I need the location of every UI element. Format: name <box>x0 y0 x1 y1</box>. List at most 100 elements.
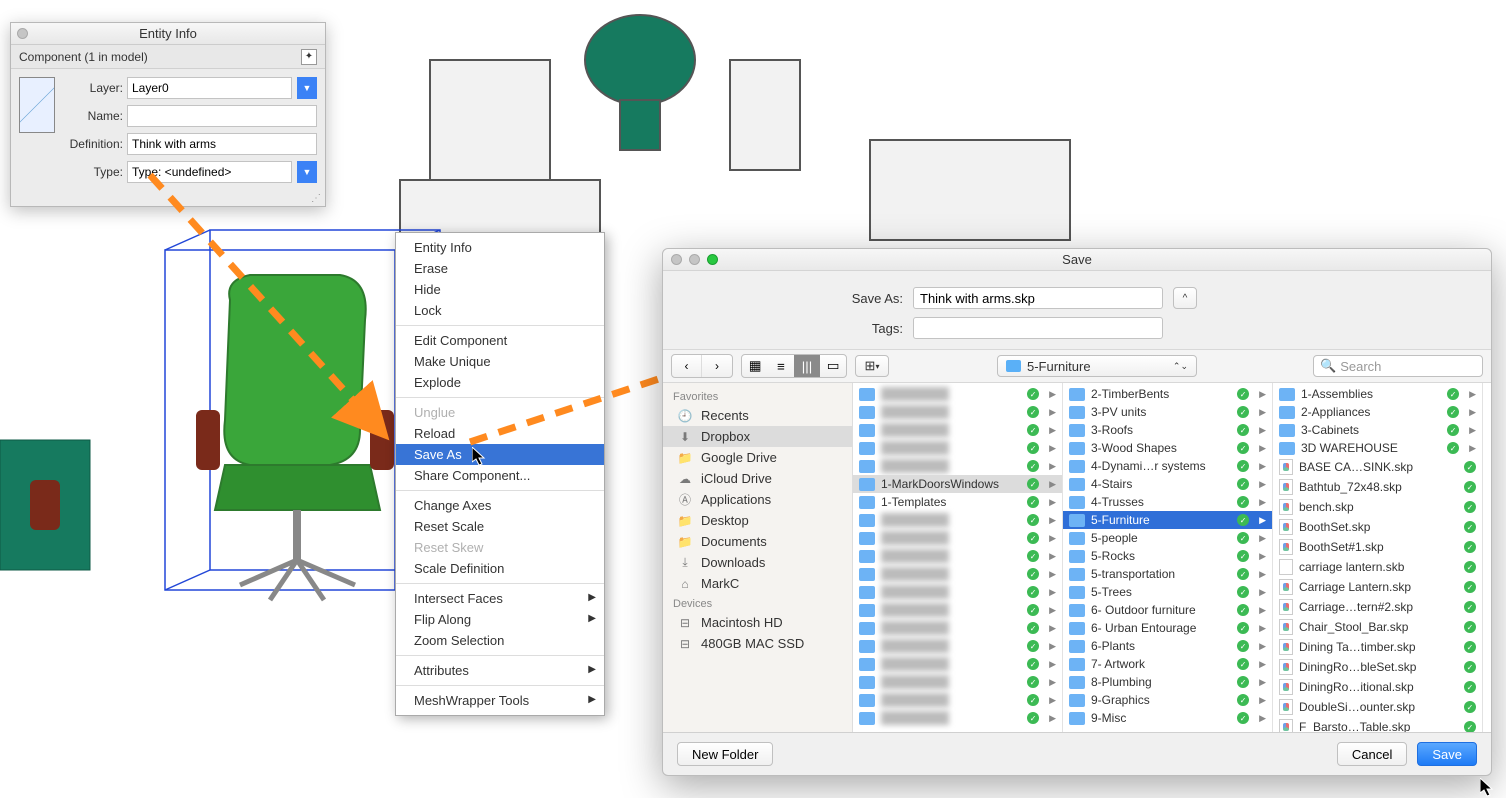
name-input[interactable] <box>127 105 317 127</box>
gallery-view-button[interactable]: ▭ <box>820 355 846 377</box>
folder-row[interactable]: 6- Outdoor furniture✓▶ <box>1063 601 1272 619</box>
sidebar-item-documents[interactable]: 📁Documents <box>663 531 852 552</box>
folder-row[interactable]: ████████✓▶ <box>853 637 1062 655</box>
menu-item-attributes[interactable]: Attributes▶ <box>396 660 604 681</box>
folder-row[interactable]: ████████✓▶ <box>853 691 1062 709</box>
file-row[interactable]: BASE CA…SINK.skp✓ <box>1273 457 1482 477</box>
folder-row[interactable]: 5-Rocks✓▶ <box>1063 547 1272 565</box>
folder-row[interactable]: 6- Urban Entourage✓▶ <box>1063 619 1272 637</box>
resize-grip[interactable]: ⋰ <box>11 191 325 206</box>
folder-row[interactable]: ████████✓▶ <box>853 547 1062 565</box>
folder-row[interactable]: 3D WAREHOUSE✓▶ <box>1273 439 1482 457</box>
group-by-button[interactable]: ⊞ ▾ <box>855 355 889 377</box>
file-row[interactable]: BoothSet.skp✓ <box>1273 517 1482 537</box>
folder-row[interactable]: 1-Assemblies✓▶ <box>1273 385 1482 403</box>
folder-row[interactable]: 1-Templates✓▶ <box>853 493 1062 511</box>
column-1[interactable]: 2-TimberBents✓▶3-PV units✓▶3-Roofs✓▶3-Wo… <box>1063 383 1273 732</box>
menu-item-flip-along[interactable]: Flip Along▶ <box>396 609 604 630</box>
file-row[interactable]: Dining Ta…timber.skp✓ <box>1273 637 1482 657</box>
folder-row[interactable]: 3-Cabinets✓▶ <box>1273 421 1482 439</box>
folder-row[interactable]: 9-Graphics✓▶ <box>1063 691 1272 709</box>
save-dialog-titlebar[interactable]: Save <box>663 249 1491 271</box>
folder-row[interactable]: 5-Trees✓▶ <box>1063 583 1272 601</box>
save-button[interactable]: Save <box>1417 742 1477 766</box>
column-view-button[interactable]: ||| <box>794 355 820 377</box>
file-row[interactable]: F_Barsto…Table.skp✓ <box>1273 717 1482 732</box>
menu-item-explode[interactable]: Explode <box>396 372 604 393</box>
file-row[interactable]: Bathtub_72x48.skp✓ <box>1273 477 1482 497</box>
file-row[interactable]: BoothSet#1.skp✓ <box>1273 537 1482 557</box>
folder-row[interactable]: 8-Plumbing✓▶ <box>1063 673 1272 691</box>
folder-row[interactable]: ████████✓▶ <box>853 457 1062 475</box>
menu-item-intersect-faces[interactable]: Intersect Faces▶ <box>396 588 604 609</box>
folder-row[interactable]: ████████✓▶ <box>853 529 1062 547</box>
menu-item-change-axes[interactable]: Change Axes <box>396 495 604 516</box>
menu-item-meshwrapper-tools[interactable]: MeshWrapper Tools▶ <box>396 690 604 711</box>
collapse-toggle[interactable]: ^ <box>1173 287 1197 309</box>
column-2[interactable]: 1-Assemblies✓▶2-Appliances✓▶3-Cabinets✓▶… <box>1273 383 1483 732</box>
menu-item-lock[interactable]: Lock <box>396 300 604 321</box>
sidebar-item-480gb-mac-ssd[interactable]: ⊟480GB MAC SSD <box>663 633 852 654</box>
folder-row[interactable]: ████████✓▶ <box>853 673 1062 691</box>
folder-row[interactable]: 4-Trusses✓▶ <box>1063 493 1272 511</box>
view-mode-toggle[interactable]: ▦ ≡ ||| ▭ <box>741 354 847 378</box>
save-as-input[interactable] <box>913 287 1163 309</box>
folder-row[interactable]: 5-people✓▶ <box>1063 529 1272 547</box>
file-row[interactable]: DiningRo…itional.skp✓ <box>1273 677 1482 697</box>
folder-row[interactable]: 3-Roofs✓▶ <box>1063 421 1272 439</box>
folder-row[interactable]: 2-TimberBents✓▶ <box>1063 385 1272 403</box>
close-icon[interactable] <box>17 28 28 39</box>
traffic-lights[interactable] <box>671 254 718 265</box>
icon-view-button[interactable]: ▦ <box>742 355 768 377</box>
folder-row[interactable]: 9-Misc✓▶ <box>1063 709 1272 727</box>
folder-row[interactable]: 4-Dynami…r systems✓▶ <box>1063 457 1272 475</box>
definition-input[interactable] <box>127 133 317 155</box>
type-input[interactable] <box>127 161 292 183</box>
folder-row[interactable]: ████████✓▶ <box>853 565 1062 583</box>
sidebar-item-recents[interactable]: 🕘Recents <box>663 405 852 426</box>
sidebar-item-google-drive[interactable]: 📁Google Drive <box>663 447 852 468</box>
menu-item-scale-definition[interactable]: Scale Definition <box>396 558 604 579</box>
folder-row[interactable]: 5-transportation✓▶ <box>1063 565 1272 583</box>
list-view-button[interactable]: ≡ <box>768 355 794 377</box>
file-row[interactable]: DoubleSi…ounter.skp✓ <box>1273 697 1482 717</box>
folder-row[interactable]: ████████✓▶ <box>853 511 1062 529</box>
layer-input[interactable] <box>127 77 292 99</box>
folder-row[interactable]: ████████✓▶ <box>853 655 1062 673</box>
search-input[interactable]: 🔍 Search <box>1313 355 1483 377</box>
file-row[interactable]: carriage lantern.skb✓ <box>1273 557 1482 577</box>
menu-item-edit-component[interactable]: Edit Component <box>396 330 604 351</box>
entity-info-titlebar[interactable]: Entity Info <box>11 23 325 45</box>
file-row[interactable]: bench.skp✓ <box>1273 497 1482 517</box>
folder-row[interactable]: 4-Stairs✓▶ <box>1063 475 1272 493</box>
folder-row[interactable]: ████████✓▶ <box>853 619 1062 637</box>
menu-item-hide[interactable]: Hide <box>396 279 604 300</box>
sidebar-item-markc[interactable]: ⌂MarkC <box>663 573 852 594</box>
tags-input[interactable] <box>913 317 1163 339</box>
type-select[interactable]: ▼ <box>127 161 317 183</box>
sidebar-item-dropbox[interactable]: ⬇Dropbox <box>663 426 852 447</box>
menu-item-reset-scale[interactable]: Reset Scale <box>396 516 604 537</box>
folder-row[interactable]: ████████✓▶ <box>853 439 1062 457</box>
folder-row[interactable]: 5-Furniture✓▶ <box>1063 511 1272 529</box>
folder-row[interactable]: 3-Wood Shapes✓▶ <box>1063 439 1272 457</box>
folder-row[interactable]: 1-MarkDoorsWindows✓▶ <box>853 475 1062 493</box>
path-selector[interactable]: 5-Furniture ⌃⌄ <box>997 355 1197 377</box>
menu-item-zoom-selection[interactable]: Zoom Selection <box>396 630 604 651</box>
chevron-down-icon[interactable]: ▼ <box>297 77 317 99</box>
sidebar-item-applications[interactable]: ⒶApplications <box>663 489 852 510</box>
nav-buttons[interactable]: ‹ › <box>671 354 733 378</box>
menu-item-make-unique[interactable]: Make Unique <box>396 351 604 372</box>
folder-row[interactable]: 2-Appliances✓▶ <box>1273 403 1482 421</box>
sidebar-item-macintosh-hd[interactable]: ⊟Macintosh HD <box>663 612 852 633</box>
menu-item-entity-info[interactable]: Entity Info <box>396 237 604 258</box>
expand-icon[interactable]: ✦ <box>301 49 317 65</box>
menu-item-share-component-[interactable]: Share Component... <box>396 465 604 486</box>
folder-row[interactable]: 6-Plants✓▶ <box>1063 637 1272 655</box>
sidebar-item-icloud-drive[interactable]: ☁iCloud Drive <box>663 468 852 489</box>
file-row[interactable]: Carriage Lantern.skp✓ <box>1273 577 1482 597</box>
cancel-button[interactable]: Cancel <box>1337 742 1407 766</box>
sidebar-item-downloads[interactable]: ⤓Downloads <box>663 552 852 573</box>
file-row[interactable]: Carriage…tern#2.skp✓ <box>1273 597 1482 617</box>
file-row[interactable]: DiningRo…bleSet.skp✓ <box>1273 657 1482 677</box>
